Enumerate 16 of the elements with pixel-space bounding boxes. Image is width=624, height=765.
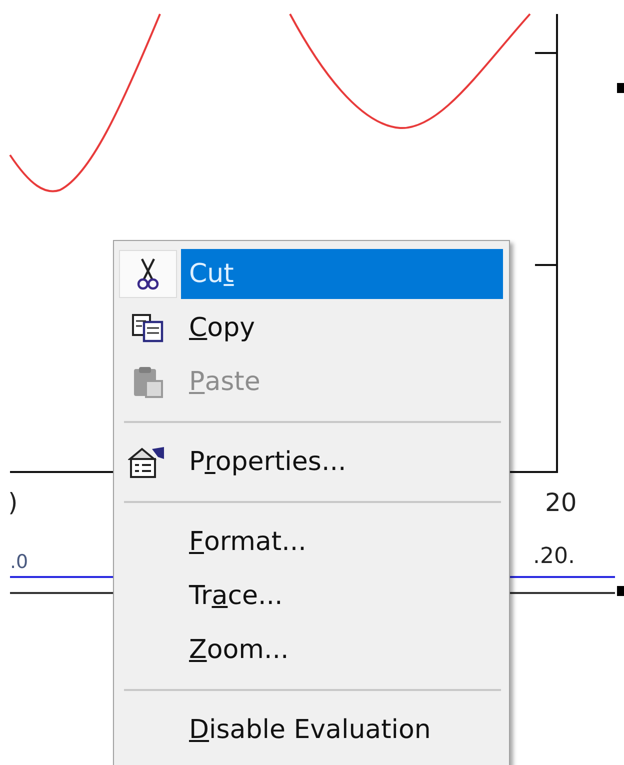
handle-marker[interactable]: [617, 586, 624, 596]
menu-item[interactable]: Trace...: [181, 571, 503, 621]
menu-item[interactable]: Format...: [181, 517, 503, 567]
clipboard-icon: [131, 365, 165, 399]
copy-icon: [131, 313, 165, 343]
menu-item[interactable]: Zoom...: [181, 625, 503, 675]
menu-item[interactable]: Disable Evaluation: [181, 705, 503, 755]
menu-item[interactable]: Properties...: [181, 437, 503, 487]
scissors-icon: [137, 257, 159, 291]
menu-item[interactable]: Cut: [181, 249, 503, 299]
handle-marker[interactable]: [617, 83, 624, 93]
axis-label: 20: [545, 490, 577, 515]
range-label: .20.: [533, 546, 575, 568]
menu-item[interactable]: Copy: [181, 303, 503, 353]
range-label: .0: [10, 553, 28, 572]
axis-label: ): [8, 490, 18, 515]
